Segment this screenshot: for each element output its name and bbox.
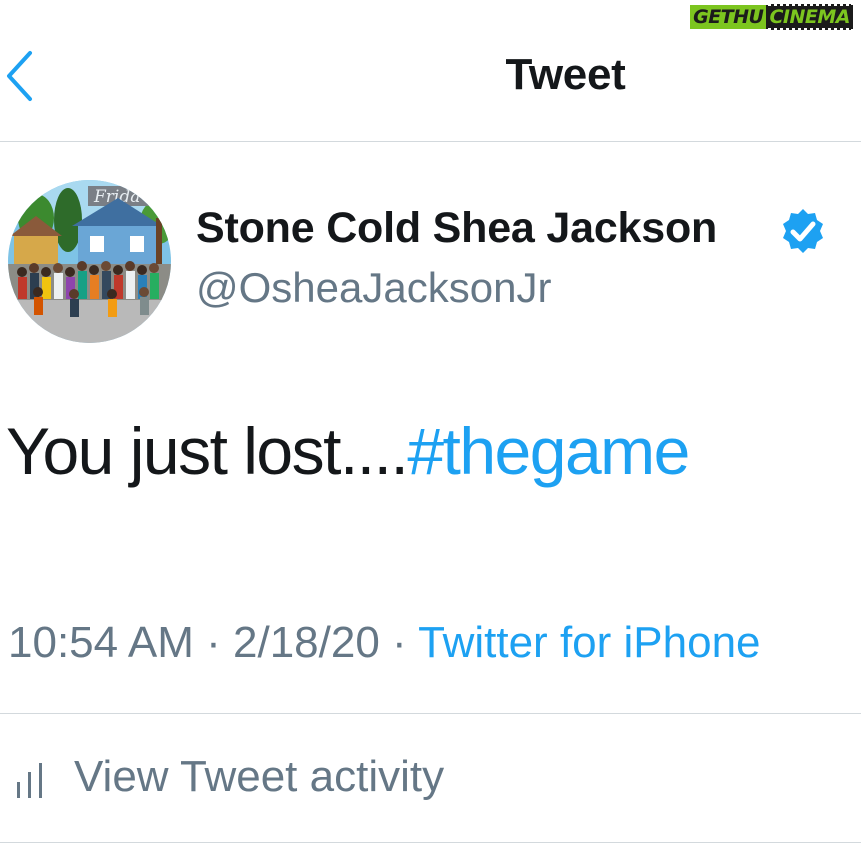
meta-separator: · [193,618,234,667]
tweet-text: You just lost....#thegame [6,418,690,484]
view-tweet-activity-button[interactable]: View Tweet activity [0,740,861,820]
tweet-body-text: You just lost.... [6,414,409,488]
page-title: Tweet [505,50,626,99]
watermark-left: GETHU [690,5,767,29]
tweet-time: 10:54 AM [8,618,194,667]
meta-separator: · [379,618,419,667]
verified-badge-icon [779,207,827,255]
tweet-source-link[interactable]: Twitter for iPhone [418,618,760,667]
hashtag-link[interactable]: #thegame [407,414,690,488]
watermark-right: CINEMA [766,4,853,30]
watermark-logo: GETHU CINEMA [690,4,853,30]
tweet-meta: 10:54 AM · 2/18/20 · Twitter for iPhone [8,618,761,668]
avatar-image: Frida [8,180,171,343]
header-divider [0,141,861,142]
tweet-date: 2/18/20 [233,618,380,667]
bar-chart-icon [17,763,42,798]
meta-divider [0,713,861,714]
bottom-divider [0,842,861,843]
author-handle[interactable]: @OsheaJacksonJr [196,264,551,312]
view-tweet-activity-label: View Tweet activity [74,752,445,801]
avatar[interactable]: Frida [8,180,171,343]
author-display-name[interactable]: Stone Cold Shea Jackson [196,204,717,253]
